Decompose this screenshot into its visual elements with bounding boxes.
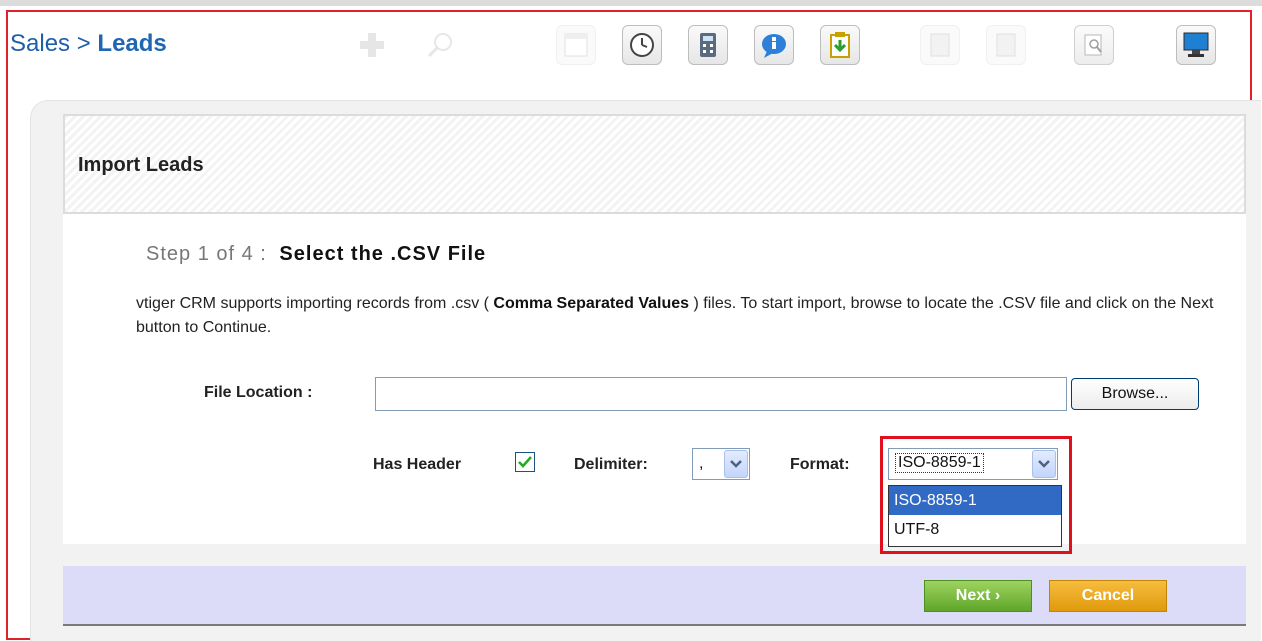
format-label: Format: [790, 456, 850, 473]
breadcrumb: Sales > Leads [10, 30, 167, 58]
step-heading: Step 1 of 4 : Select the .CSV File [146, 243, 486, 266]
desktop-icon[interactable] [1176, 25, 1216, 65]
find-duplicates-icon[interactable] [1074, 25, 1114, 65]
file-location-label: File Location : [204, 384, 313, 401]
description-prefix: vtiger CRM supports importing records fr… [136, 295, 494, 312]
delimiter-label: Delimiter: [574, 456, 648, 473]
format-highlight-box [880, 436, 1072, 554]
delimiter-select[interactable]: , [692, 448, 750, 480]
has-header-checkbox[interactable] [515, 452, 535, 472]
calendar-icon [556, 25, 596, 65]
breadcrumb-separator: > [76, 30, 91, 57]
file-location-input[interactable] [375, 377, 1067, 411]
description-bold: Comma Separated Values [493, 295, 690, 312]
import-icon[interactable] [820, 25, 860, 65]
breadcrumb-page[interactable]: Leads [97, 30, 166, 57]
step-title: Select the .CSV File [279, 243, 487, 265]
step-label: Step 1 of 4 : [146, 243, 267, 265]
chat-icon[interactable] [754, 25, 794, 65]
next-button[interactable]: Next › [924, 580, 1032, 612]
cancel-button[interactable]: Cancel [1049, 580, 1167, 612]
has-header-label: Has Header [373, 456, 462, 473]
export-icon [920, 25, 960, 65]
page-header [63, 114, 1246, 214]
description: vtiger CRM supports importing records fr… [136, 292, 1236, 340]
search-icon [420, 25, 460, 65]
clock-icon[interactable] [622, 25, 662, 65]
chevron-down-icon[interactable] [724, 450, 748, 478]
page-title: Import Leads [78, 154, 204, 176]
breadcrumb-module[interactable]: Sales [10, 30, 70, 57]
browse-button[interactable]: Browse... [1071, 378, 1199, 410]
export-alt-icon [986, 25, 1026, 65]
top-border [0, 0, 1262, 6]
add-icon [352, 25, 392, 65]
calculator-icon[interactable] [688, 25, 728, 65]
checkmark-icon [518, 456, 532, 468]
delimiter-value: , [699, 455, 704, 472]
